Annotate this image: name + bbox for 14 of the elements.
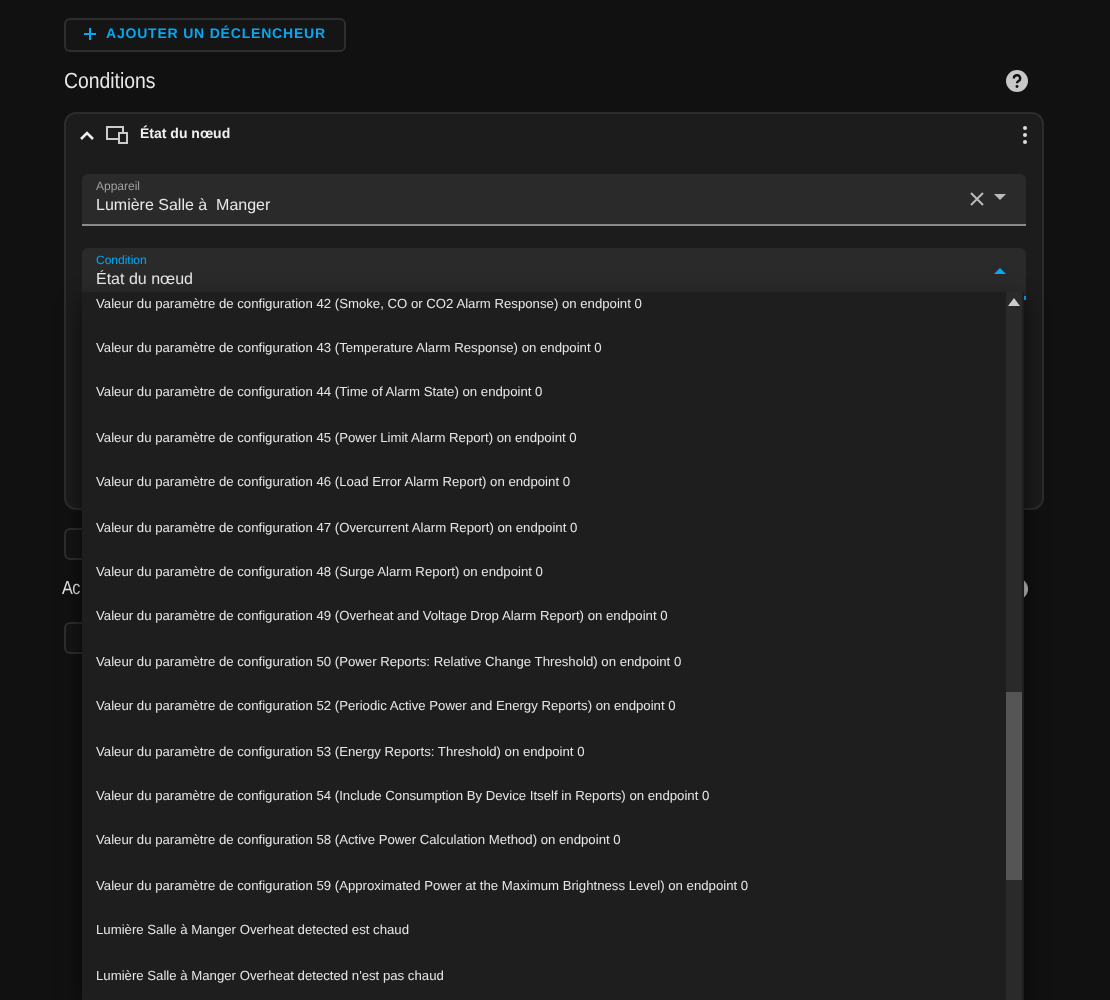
field-value: Lumière Salle à Manger: [96, 195, 271, 213]
clear-icon[interactable]: [970, 191, 984, 205]
section-title: Ac: [62, 578, 80, 600]
field-value: État du nœud: [96, 269, 193, 287]
chevron-up-icon[interactable]: [80, 130, 94, 140]
device-icon: [106, 126, 128, 144]
plus-icon: [84, 28, 96, 40]
caret-down-icon[interactable]: [994, 194, 1006, 202]
scrollbar[interactable]: [1006, 292, 1022, 1000]
help-icon[interactable]: [1006, 70, 1028, 92]
more-icon[interactable]: [1022, 126, 1028, 144]
caret-up-icon[interactable]: [994, 265, 1006, 273]
scrollbar-thumb[interactable]: [1006, 692, 1022, 880]
section-title: Conditions: [64, 69, 156, 93]
